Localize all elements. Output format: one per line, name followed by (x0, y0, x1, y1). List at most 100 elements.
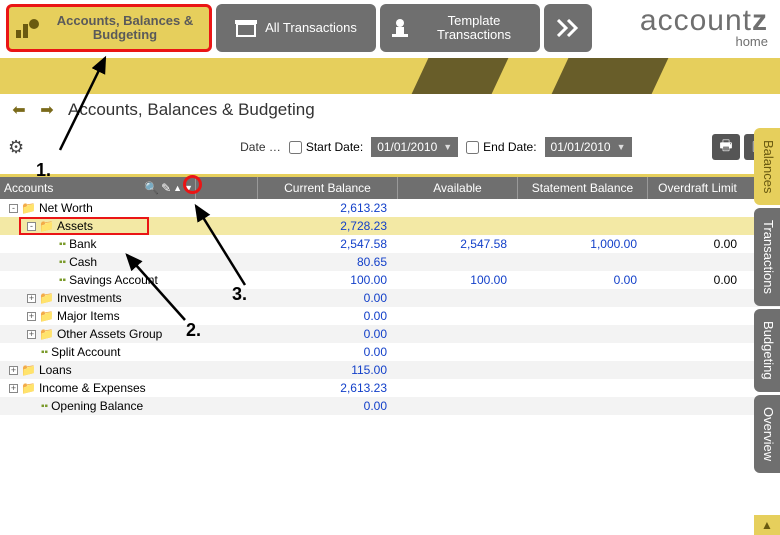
cell-cb: 0.00 (257, 327, 397, 341)
edit-icon[interactable]: ✎ (161, 181, 171, 195)
tree-cell: ▪▪Cash (0, 255, 195, 269)
main-toolbar: Accounts, Balances & Budgeting All Trans… (0, 0, 780, 58)
account-icon: ▪▪ (59, 275, 66, 286)
cell-sb: 1,000.00 (517, 237, 647, 251)
column-overdraft-limit[interactable]: Overdraft Limit (647, 177, 747, 199)
gear-icon[interactable]: ⚙ (8, 137, 24, 158)
table-row[interactable]: ▪▪Bank2,547.582,547.581,000.000.00 (0, 235, 780, 253)
expand-icon[interactable]: ▼ (184, 183, 193, 193)
stamp-icon (390, 18, 410, 38)
table-row[interactable]: +📁Other Assets Group 0.00 (0, 325, 780, 343)
account-icon: ▪▪ (41, 401, 48, 412)
cell-cb: 2,613.23 (257, 381, 397, 395)
tree-cell: +📁Major Items (0, 309, 195, 323)
banner-strip (0, 58, 780, 94)
cell-sb: 0.00 (517, 273, 647, 287)
end-date-checkbox[interactable]: End Date: (466, 140, 536, 154)
tree-label: Bank (69, 237, 96, 251)
page-title: Accounts, Balances & Budgeting (68, 100, 315, 120)
account-icon: ▪▪ (59, 239, 66, 250)
brand-name-bold: z (752, 4, 768, 37)
table-row[interactable]: ▪▪Split Account0.00 (0, 343, 780, 361)
tree-cell: +📁Income & Expenses (0, 381, 195, 395)
folder-icon: 📁 (21, 201, 36, 215)
start-date-checkbox[interactable]: Start Date: (289, 140, 363, 154)
tree-expander[interactable]: + (9, 366, 18, 375)
table-row[interactable]: +📁Investments 0.00 (0, 289, 780, 307)
folder-icon: 📁 (21, 381, 36, 395)
tree-label: Assets (57, 219, 93, 233)
brand-name: account (640, 4, 752, 37)
tree-cell: +📁Investments (0, 291, 195, 305)
tree-expander[interactable]: - (9, 204, 18, 213)
tree-expander[interactable]: + (27, 294, 36, 303)
table-row[interactable]: -📁Assets2,728.23 (0, 217, 780, 235)
more-button[interactable] (544, 4, 592, 52)
column-statement-balance[interactable]: Statement Balance (517, 177, 647, 199)
cell-cb: 80.65 (257, 255, 397, 269)
collapse-icon[interactable]: ▲ (173, 183, 182, 193)
tree-expander[interactable]: + (27, 312, 36, 321)
table-row[interactable]: +📁Income & Expenses 2,613.23 (0, 379, 780, 397)
side-tabs: Balances Transactions Budgeting Overview… (754, 128, 780, 535)
column-accounts-label: Accounts (4, 181, 53, 195)
table-body: -📁Net Worth2,613.23-📁Assets2,728.23▪▪Ban… (0, 199, 780, 415)
tree-label: Split Account (51, 345, 120, 359)
tree-cell: ▪▪Bank (0, 237, 195, 251)
table-header: Accounts 🔍 ✎ ▲ ▼ Current Balance Availab… (0, 177, 780, 199)
start-date-picker[interactable]: 01/01/2010 ▼ (371, 137, 458, 157)
search-icon[interactable]: 🔍 (144, 181, 159, 195)
column-available[interactable]: Available (397, 177, 517, 199)
table-row[interactable]: ▪▪Savings Account100.00100.000.000.00 (0, 271, 780, 289)
cell-av: 2,547.58 (397, 237, 517, 251)
tab-budgeting[interactable]: Budgeting (754, 309, 780, 392)
table-row[interactable]: ▪▪Opening Balance 0.00 (0, 397, 780, 415)
cell-cb: 0.00 (257, 399, 397, 413)
tree-label: Savings Account (69, 273, 158, 287)
accounts-table: Accounts 🔍 ✎ ▲ ▼ Current Balance Availab… (0, 174, 780, 415)
tab-transactions[interactable]: Transactions (754, 208, 780, 306)
cell-cb: 0.00 (257, 309, 397, 323)
tree-cell: +📁Loans (0, 363, 195, 377)
column-accounts[interactable]: Accounts 🔍 ✎ ▲ ▼ (0, 177, 195, 199)
account-icon: ▪▪ (59, 257, 66, 268)
brand-logo: accountz home (640, 4, 774, 49)
tab-overview[interactable]: Overview (754, 395, 780, 473)
table-row[interactable]: ▪▪Cash 80.65 (0, 253, 780, 271)
print-button[interactable]: 🖶 (712, 134, 740, 160)
nav-forward-button[interactable]: ➡ (36, 101, 58, 119)
tree-expander[interactable]: - (27, 222, 36, 231)
date-label: Date … (240, 140, 281, 154)
cell-cb: 0.00 (257, 291, 397, 305)
tree-label: Investments (57, 291, 122, 305)
side-collapse-button[interactable]: ▲ (754, 515, 780, 535)
end-date-value: 01/01/2010 (551, 140, 611, 154)
tree-label: Major Items (57, 309, 120, 323)
tree-label: Income & Expenses (39, 381, 146, 395)
start-date-value: 01/01/2010 (377, 140, 437, 154)
table-row[interactable]: +📁Loans115.00 (0, 361, 780, 379)
tree-expander[interactable]: + (27, 330, 36, 339)
table-row[interactable]: -📁Net Worth2,613.23 (0, 199, 780, 217)
transactions-icon (235, 18, 257, 38)
tab-balances[interactable]: Balances (754, 128, 780, 205)
all-transactions-button[interactable]: All Transactions (216, 4, 376, 52)
column-current-balance[interactable]: Current Balance (257, 177, 397, 199)
cell-cb: 100.00 (257, 273, 397, 287)
chevron-double-right-icon (557, 19, 579, 37)
tree-label: Loans (39, 363, 72, 377)
nav-back-button[interactable]: ⬅ (8, 101, 30, 119)
tree-label: Cash (69, 255, 97, 269)
tree-cell: -📁Assets (0, 219, 195, 233)
tree-cell: +📁Other Assets Group (0, 327, 195, 341)
end-date-picker[interactable]: 01/01/2010▼ (545, 137, 632, 157)
accounts-balances-button[interactable]: Accounts, Balances & Budgeting (6, 4, 212, 52)
table-row[interactable]: +📁Major Items 0.00 (0, 307, 780, 325)
account-icon: ▪▪ (41, 347, 48, 358)
tree-label: Other Assets Group (57, 327, 162, 341)
template-transactions-button[interactable]: Template Transactions (380, 4, 540, 52)
chevron-down-icon: ▼ (443, 142, 452, 152)
tree-cell: ▪▪Opening Balance (0, 399, 195, 413)
cell-cb: 2,547.58 (257, 237, 397, 251)
tree-expander[interactable]: + (9, 384, 18, 393)
